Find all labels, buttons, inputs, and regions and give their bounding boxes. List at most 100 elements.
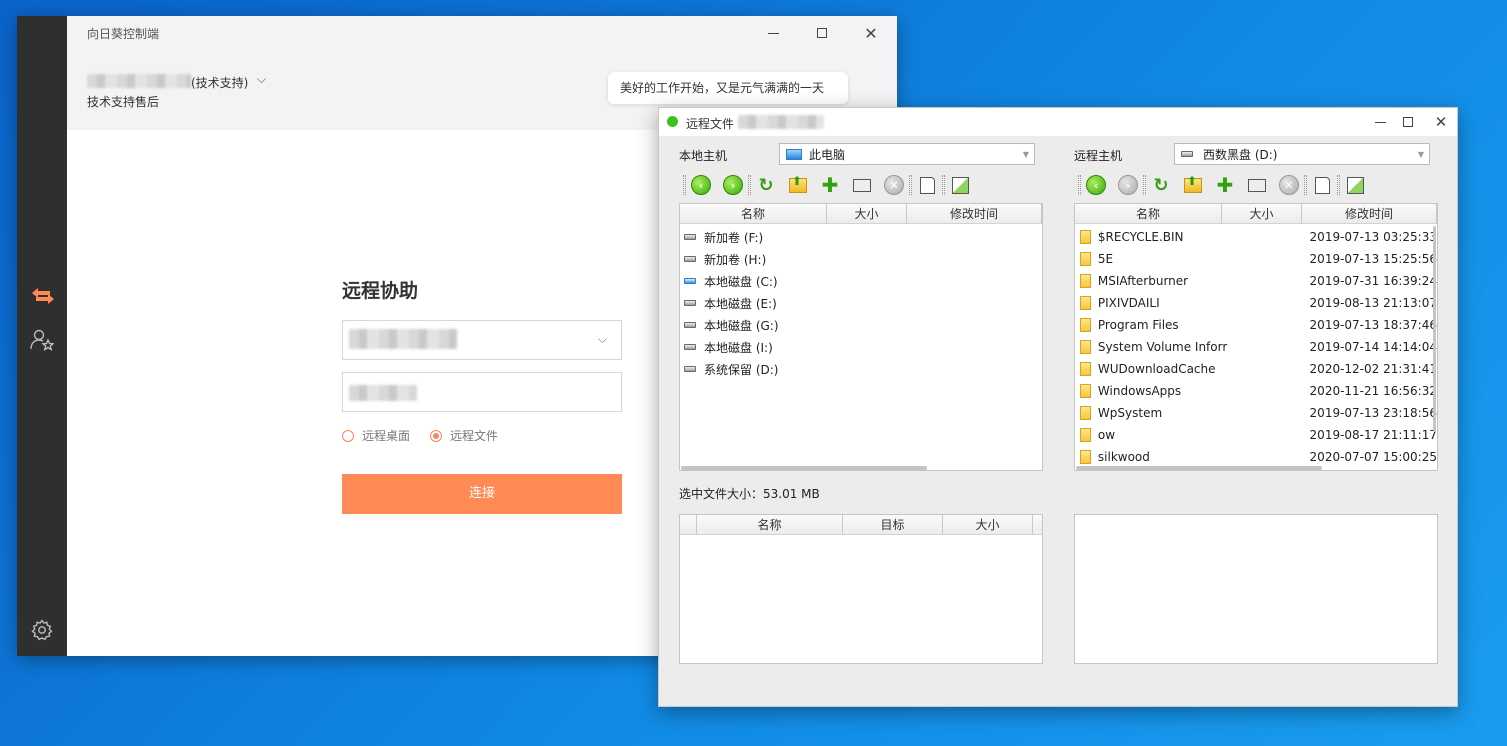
remote-back-button[interactable]: ‹ bbox=[1085, 174, 1107, 196]
local-horizontal-scrollbar[interactable] bbox=[681, 466, 927, 470]
back-arrow-icon: ‹ bbox=[691, 175, 711, 195]
remote-host-label: 远程主机 bbox=[1074, 149, 1123, 163]
list-item[interactable]: 新加卷 (H:) bbox=[680, 248, 1042, 270]
radio-remote-file[interactable] bbox=[430, 429, 442, 442]
mode-remote-file[interactable]: 远程文件 bbox=[430, 427, 498, 444]
remote-location-value: 西数黑盘 (D:) bbox=[1203, 147, 1278, 162]
transfer-col-size[interactable]: 大小 bbox=[943, 515, 1033, 534]
local-col-name[interactable]: 名称 bbox=[680, 204, 827, 223]
toolbar-grip bbox=[1143, 175, 1146, 195]
table-row[interactable]: PIXIVDAILI 2019-08-13 21:13:07 bbox=[1075, 292, 1437, 314]
file-name: 新加卷 (H:) bbox=[704, 252, 767, 267]
remote-col-size[interactable]: 大小 bbox=[1222, 204, 1302, 223]
table-row[interactable]: 5E 2019-07-13 15:25:56 bbox=[1075, 248, 1437, 270]
app-title: 向日葵控制端 bbox=[87, 27, 160, 41]
local-location-combo[interactable]: 此电脑 ▼ bbox=[779, 143, 1035, 165]
local-refresh-button[interactable]: ↻ bbox=[755, 174, 777, 196]
transfer-col-target[interactable]: 目标 bbox=[843, 515, 943, 534]
file-name: System Volume Inforr bbox=[1097, 340, 1228, 354]
remote-rename-button[interactable] bbox=[1246, 174, 1268, 196]
up-folder-icon: ⬆ bbox=[1184, 174, 1202, 193]
connect-button[interactable]: 连接 bbox=[342, 474, 622, 514]
toolbar-grip bbox=[683, 175, 686, 195]
file-modified: 2019-07-13 23:18:56 bbox=[1309, 406, 1437, 420]
folder-icon bbox=[1080, 428, 1091, 442]
remote-col-name[interactable]: 名称 bbox=[1075, 204, 1222, 223]
folder-icon bbox=[1080, 230, 1091, 244]
remote-host-name-blurred bbox=[738, 115, 824, 129]
table-row[interactable]: WindowsApps 2020-11-21 16:56:32 bbox=[1075, 380, 1437, 402]
list-item[interactable]: 本地磁盘 (E:) bbox=[680, 292, 1042, 314]
list-item[interactable]: 新加卷 (F:) bbox=[680, 226, 1042, 248]
local-back-button[interactable]: ‹ bbox=[690, 174, 712, 196]
file-close-button[interactable]: ✕ bbox=[1418, 107, 1464, 137]
remote-new-folder-button[interactable]: ✚ bbox=[1214, 173, 1236, 197]
close-button[interactable]: ✕ bbox=[848, 18, 894, 48]
folder-icon bbox=[1080, 274, 1091, 288]
minimize-button[interactable] bbox=[750, 18, 796, 48]
table-row[interactable]: ow 2019-08-17 21:11:17 bbox=[1075, 424, 1437, 446]
remote-horizontal-scrollbar[interactable] bbox=[1076, 466, 1322, 470]
file-name: WindowsApps bbox=[1097, 384, 1182, 398]
table-row[interactable]: Program Files 2019-07-13 18:37:46 bbox=[1075, 314, 1437, 336]
remote-up-folder-button[interactable]: ⬆ bbox=[1182, 174, 1204, 196]
folder-icon bbox=[1080, 384, 1091, 398]
table-row[interactable]: WpSystem 2019-07-13 23:18:56 bbox=[1075, 402, 1437, 424]
mode-remote-desktop[interactable]: 远程桌面 bbox=[342, 427, 410, 444]
selected-file-size: 选中文件大小：53.01 MB bbox=[679, 487, 820, 501]
dropdown-chevron-down-icon: ⌵ bbox=[597, 332, 607, 346]
account-name-blurred bbox=[87, 74, 191, 88]
file-name: silkwood bbox=[1097, 450, 1150, 464]
minimize-icon bbox=[767, 32, 779, 34]
user-star-icon[interactable] bbox=[30, 329, 55, 351]
local-delete-button[interactable]: ✕ bbox=[883, 174, 905, 196]
table-row[interactable]: $RECYCLE.BIN 2019-07-13 03:25:33 bbox=[1075, 226, 1437, 248]
local-sync-button[interactable] bbox=[949, 174, 971, 196]
local-upload-button[interactable] bbox=[916, 174, 938, 196]
back-arrow-icon: ‹ bbox=[1086, 175, 1106, 195]
local-new-folder-button[interactable]: ✚ bbox=[819, 173, 841, 197]
transfer-file-icon bbox=[1314, 176, 1330, 194]
remote-col-modified[interactable]: 修改时间 bbox=[1302, 204, 1437, 223]
table-row[interactable]: WUDownloadCache 2020-12-02 21:31:41 bbox=[1075, 358, 1437, 380]
folder-icon bbox=[1080, 252, 1091, 266]
maximize-button[interactable] bbox=[799, 18, 845, 48]
account-chevron-down-icon[interactable]: ⌵ bbox=[257, 72, 266, 87]
file-modified: 2019-08-13 21:13:07 bbox=[1309, 296, 1437, 310]
file-window-titlebar: 远程文件 ✕ bbox=[659, 108, 1457, 136]
table-row[interactable]: MSIAfterburner 2019-07-31 16:39:24 bbox=[1075, 270, 1437, 292]
file-name: 新加卷 (F:) bbox=[704, 230, 764, 245]
drive-icon bbox=[684, 322, 696, 328]
local-forward-button[interactable]: › bbox=[722, 174, 744, 196]
local-rename-button[interactable] bbox=[851, 174, 873, 196]
remote-refresh-button[interactable]: ↻ bbox=[1150, 174, 1172, 196]
list-item[interactable]: 系统保留 (D:) bbox=[680, 358, 1042, 380]
table-row[interactable]: System Volume Inforr 2019-07-14 14:14:04 bbox=[1075, 336, 1437, 358]
radio-remote-desktop[interactable] bbox=[342, 429, 354, 442]
local-col-modified[interactable]: 修改时间 bbox=[907, 204, 1042, 223]
verification-code-input[interactable] bbox=[342, 372, 622, 412]
local-location-value: 此电脑 bbox=[809, 147, 846, 162]
transfer-col-name[interactable]: 名称 bbox=[697, 515, 843, 534]
remote-delete-button[interactable]: ✕ bbox=[1278, 174, 1300, 196]
local-up-folder-button[interactable]: ⬆ bbox=[787, 174, 809, 196]
file-name: PIXIVDAILI bbox=[1097, 296, 1160, 310]
file-name: ow bbox=[1097, 428, 1116, 442]
remote-sync-button[interactable] bbox=[1344, 174, 1366, 196]
transfer-log-panel bbox=[1074, 514, 1438, 664]
file-name: 5E bbox=[1097, 252, 1114, 266]
local-col-size[interactable]: 大小 bbox=[827, 204, 907, 223]
settings-gear-icon[interactable] bbox=[31, 619, 53, 641]
remote-location-combo[interactable]: 西数黑盘 (D:) ▼ bbox=[1174, 143, 1430, 165]
remote-download-button[interactable] bbox=[1311, 174, 1333, 196]
table-row[interactable]: silkwood 2020-07-07 15:00:25 bbox=[1075, 446, 1437, 468]
remote-vertical-scrollbar[interactable] bbox=[1433, 226, 1436, 432]
remote-forward-button[interactable]: › bbox=[1117, 174, 1139, 196]
list-item[interactable]: 本地磁盘 (I:) bbox=[680, 336, 1042, 358]
remote-assist-icon[interactable] bbox=[30, 288, 56, 304]
list-item[interactable]: 本地磁盘 (G:) bbox=[680, 314, 1042, 336]
file-name: $RECYCLE.BIN bbox=[1097, 230, 1184, 244]
transfer-list-header: 名称 目标 大小 bbox=[680, 515, 1042, 535]
list-item[interactable]: 本地磁盘 (C:) bbox=[680, 270, 1042, 292]
device-id-dropdown[interactable]: ⌵ bbox=[342, 320, 622, 360]
